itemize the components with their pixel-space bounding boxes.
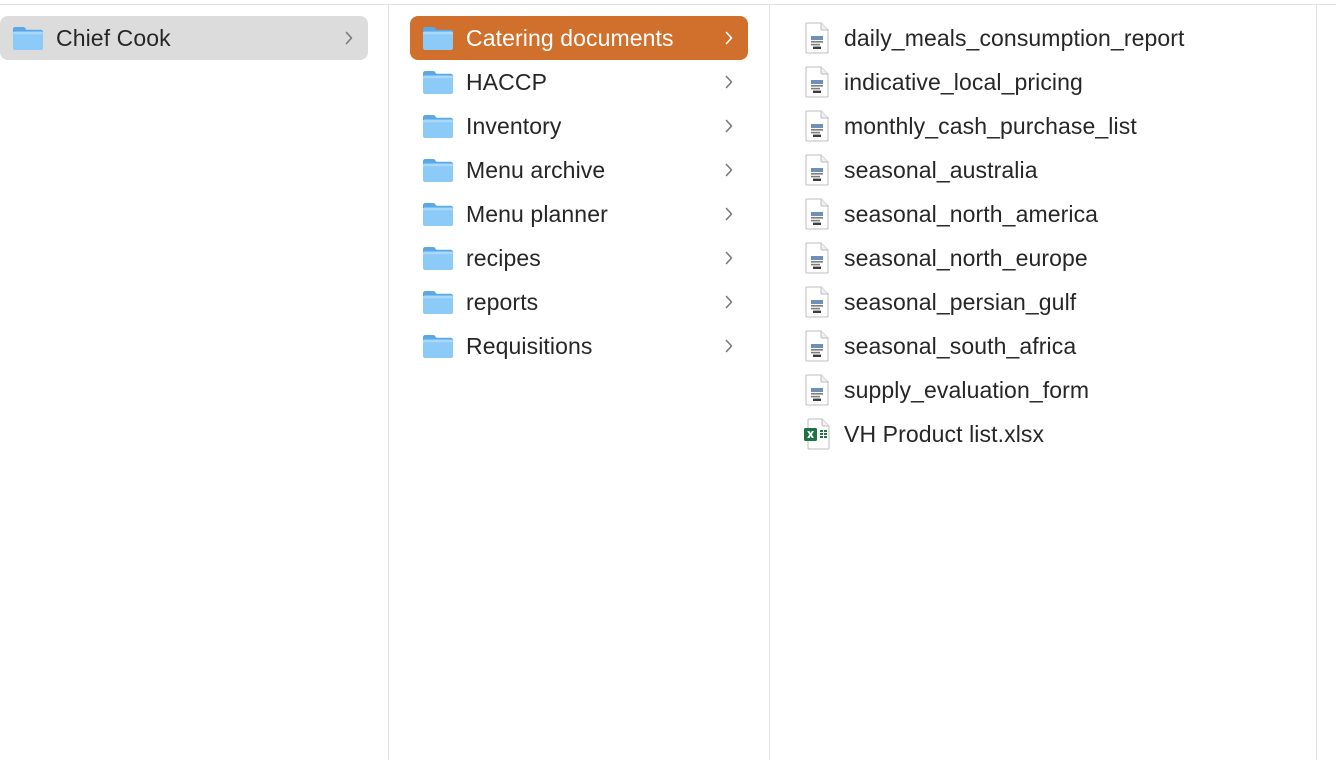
folder-row-menu-planner[interactable]: Menu planner xyxy=(410,192,748,236)
file-label: seasonal_north_america xyxy=(844,201,1099,227)
folder-icon xyxy=(12,25,44,51)
file-label: seasonal_persian_gulf xyxy=(844,289,1077,315)
column-root[interactable]: Chief Cook xyxy=(0,5,389,760)
folder-row-haccp[interactable]: HACCP xyxy=(410,60,748,104)
folder-label: Chief Cook xyxy=(56,25,171,51)
file-row-daily-meals-consumption-report[interactable]: daily_meals_consumption_report xyxy=(800,16,1280,60)
document-icon xyxy=(804,286,830,318)
document-icon xyxy=(804,242,830,274)
folder-icon xyxy=(422,333,454,359)
column-chief-cook[interactable]: Catering documents HACCP Inventory Menu … xyxy=(389,5,770,760)
file-label: VH Product list.xlsx xyxy=(844,421,1045,447)
folder-row-recipes[interactable]: recipes xyxy=(410,236,748,280)
file-label: indicative_local_pricing xyxy=(844,69,1083,95)
document-icon xyxy=(804,22,830,54)
file-label: seasonal_south_africa xyxy=(844,333,1077,359)
folder-row-catering-documents[interactable]: Catering documents xyxy=(410,16,748,60)
folder-row-chief-cook[interactable]: Chief Cook xyxy=(0,16,368,60)
file-row-vh-product-list[interactable]: VH Product list.xlsx xyxy=(800,412,1280,456)
folder-icon xyxy=(422,245,454,271)
folder-icon xyxy=(422,201,454,227)
document-icon xyxy=(804,154,830,186)
file-label: daily_meals_consumption_report xyxy=(844,25,1185,51)
excel-file-icon xyxy=(804,418,830,450)
chevron-right-icon xyxy=(724,104,734,148)
chevron-right-icon xyxy=(724,280,734,324)
folder-label: HACCP xyxy=(466,69,548,95)
folder-label: Inventory xyxy=(466,113,562,139)
folder-row-reports[interactable]: reports xyxy=(410,280,748,324)
folder-label: Menu planner xyxy=(466,201,608,227)
document-icon xyxy=(804,374,830,406)
folder-label: Menu archive xyxy=(466,157,606,183)
file-row-supply-evaluation-form[interactable]: supply_evaluation_form xyxy=(800,368,1280,412)
folder-label: Catering documents xyxy=(466,25,674,51)
chevron-right-icon xyxy=(724,16,734,60)
chevron-right-icon xyxy=(724,60,734,104)
column-catering-documents[interactable]: daily_meals_consumption_report indicativ… xyxy=(770,5,1317,760)
file-label: seasonal_north_europe xyxy=(844,245,1088,271)
document-icon xyxy=(804,198,830,230)
folder-icon xyxy=(422,157,454,183)
folder-icon xyxy=(422,113,454,139)
chevron-right-icon xyxy=(724,236,734,280)
folder-row-inventory[interactable]: Inventory xyxy=(410,104,748,148)
folder-icon xyxy=(422,25,454,51)
file-label: supply_evaluation_form xyxy=(844,377,1090,403)
file-row-seasonal-south-africa[interactable]: seasonal_south_africa xyxy=(800,324,1280,368)
folder-row-menu-archive[interactable]: Menu archive xyxy=(410,148,748,192)
folder-label: reports xyxy=(466,289,539,315)
chevron-right-icon xyxy=(724,148,734,192)
document-icon xyxy=(804,66,830,98)
folder-label: Requisitions xyxy=(466,333,593,359)
file-row-seasonal-persian-gulf[interactable]: seasonal_persian_gulf xyxy=(800,280,1280,324)
folder-row-requisitions[interactable]: Requisitions xyxy=(410,324,748,368)
file-row-seasonal-north-europe[interactable]: seasonal_north_europe xyxy=(800,236,1280,280)
file-row-seasonal-north-america[interactable]: seasonal_north_america xyxy=(800,192,1280,236)
folder-label: recipes xyxy=(466,245,541,271)
document-icon xyxy=(804,110,830,142)
folder-icon xyxy=(422,69,454,95)
chevron-right-icon xyxy=(724,192,734,236)
folder-icon xyxy=(422,289,454,315)
file-row-indicative-local-pricing[interactable]: indicative_local_pricing xyxy=(800,60,1280,104)
file-row-monthly-cash-purchase-list[interactable]: monthly_cash_purchase_list xyxy=(800,104,1280,148)
chevron-right-icon xyxy=(724,324,734,368)
file-label: seasonal_australia xyxy=(844,157,1038,183)
chevron-right-icon xyxy=(344,16,354,60)
finder-column-view: Chief Cook Catering documents HACCP Inve… xyxy=(0,0,1336,760)
file-label: monthly_cash_purchase_list xyxy=(844,113,1137,139)
document-icon xyxy=(804,330,830,362)
file-row-seasonal-australia[interactable]: seasonal_australia xyxy=(800,148,1280,192)
